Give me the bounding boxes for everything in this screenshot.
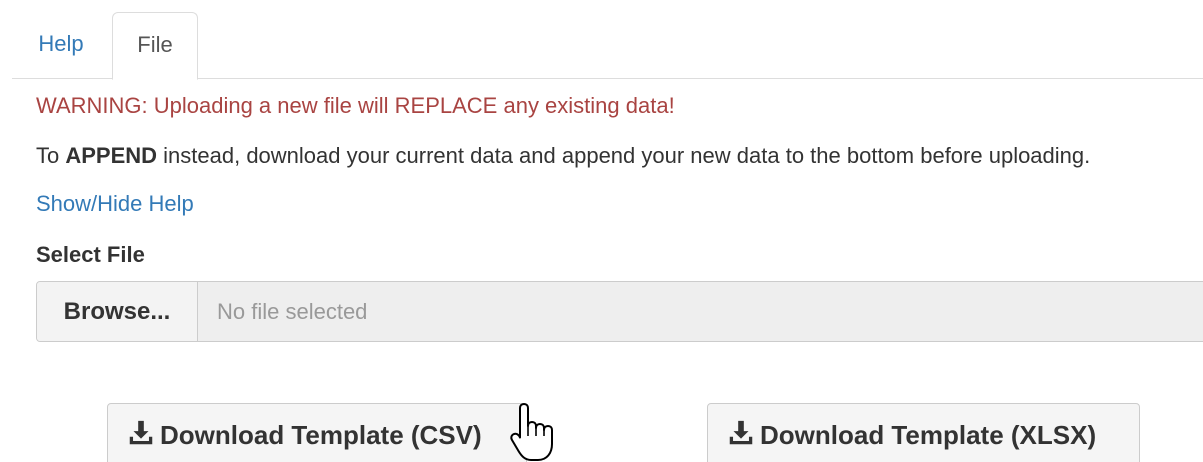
download-template-csv-button[interactable]: Download Template (CSV) <box>107 403 527 462</box>
download-template-xlsx-button[interactable]: Download Template (XLSX) <box>707 403 1140 462</box>
download-icon <box>729 420 753 445</box>
tab-bar: Help File <box>12 12 1203 80</box>
tab-file[interactable]: File <box>112 12 198 80</box>
select-file-label: Select File <box>36 242 145 267</box>
replace-warning: WARNING: Uploading a new file will REPLA… <box>36 93 675 119</box>
browse-button[interactable]: Browse... <box>37 282 198 341</box>
warning-prefix: WARNING: Uploading a new file will <box>36 93 395 118</box>
append-prefix: To <box>36 143 66 168</box>
download-icon <box>129 420 153 445</box>
append-note: To APPEND instead, download your current… <box>36 143 1090 169</box>
download-xlsx-label: Download Template (XLSX) <box>760 420 1097 450</box>
show-hide-help-link[interactable]: Show/Hide Help <box>36 191 194 217</box>
tab-help[interactable]: Help <box>12 12 110 79</box>
download-csv-label: Download Template (CSV) <box>160 420 482 450</box>
append-emphasis: APPEND <box>65 143 158 168</box>
warning-suffix: any existing data! <box>497 93 675 118</box>
append-suffix: instead, download your current data and … <box>157 143 1091 168</box>
selected-file-field[interactable]: No file selected <box>199 282 1203 341</box>
hand-pointer-cursor-icon <box>510 403 553 461</box>
warning-emphasis: REPLACE <box>394 93 498 118</box>
file-input-group: Browse... No file selected <box>36 281 1203 342</box>
file-upload-panel: Help File WARNING: Uploading a new file … <box>0 0 1203 462</box>
